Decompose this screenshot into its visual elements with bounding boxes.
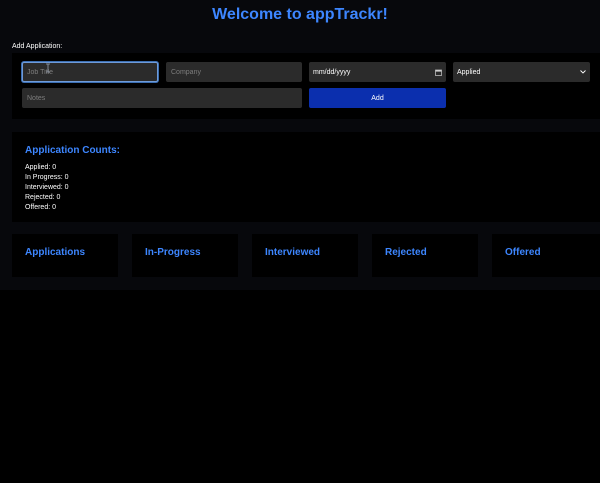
column-title: Interviewed xyxy=(265,247,321,258)
column-offered: Offered xyxy=(492,234,600,277)
chevron-down-icon xyxy=(580,70,586,74)
count-in-progress: In Progress: 0 xyxy=(25,174,69,181)
date-input[interactable]: mm/dd/yyyy xyxy=(309,62,446,82)
column-title: In-Progress xyxy=(145,247,201,258)
column-title: Rejected xyxy=(385,247,427,258)
counts-title: Application Counts: xyxy=(25,145,120,156)
status-select[interactable]: Applied xyxy=(453,62,590,82)
count-interviewed: Interviewed: 0 xyxy=(25,184,69,191)
add-button[interactable]: Add xyxy=(309,88,446,108)
date-input-value: mm/dd/yyyy xyxy=(313,68,351,76)
company-input[interactable] xyxy=(166,62,302,82)
column-interviewed: Interviewed xyxy=(252,234,358,277)
column-title: Applications xyxy=(25,247,86,258)
notes-input[interactable] xyxy=(22,88,302,108)
application-counts-panel: Application Counts: Applied: 0 In Progre… xyxy=(12,132,600,222)
page: Welcome to appTrackr! Add Application: m… xyxy=(0,0,600,483)
column-applications: Applications xyxy=(12,234,118,277)
count-applied: Applied: 0 xyxy=(25,164,57,171)
status-select-value: Applied xyxy=(457,68,481,76)
add-application-label: Add Application: xyxy=(12,43,63,50)
page-title: Welcome to appTrackr! xyxy=(212,6,388,23)
column-title: Offered xyxy=(505,247,541,258)
calendar-icon[interactable] xyxy=(435,69,442,76)
main-section: Welcome to appTrackr! Add Application: m… xyxy=(0,0,600,290)
column-rejected: Rejected xyxy=(372,234,478,277)
add-application-form: mm/dd/yyyy Applied Add xyxy=(12,53,600,119)
count-offered: Offered: 0 xyxy=(25,204,57,211)
count-rejected: Rejected: 0 xyxy=(25,194,61,201)
counts-list: Applied: 0 In Progress: 0 Interviewed: 0… xyxy=(25,163,69,213)
column-in-progress: In-Progress xyxy=(132,234,238,277)
job-title-input[interactable] xyxy=(22,62,158,82)
text-cursor-icon xyxy=(45,63,51,73)
